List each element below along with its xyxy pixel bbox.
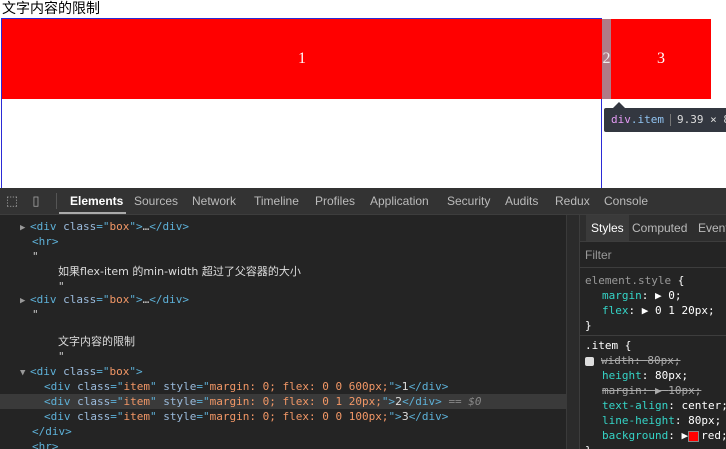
page-title: 文字内容的限制 (2, 0, 100, 16)
element-style-rule: element.style { (585, 274, 685, 287)
dom-text-quote: " (32, 250, 39, 263)
device-mode-icon[interactable]: ▯ (28, 193, 44, 209)
devtools-panel: ⬚ ▯ Elements Sources Network Timeline Pr… (0, 188, 726, 449)
css-rule-close: } (585, 319, 592, 332)
tab-sources[interactable]: Sources (134, 188, 178, 214)
dom-node-box[interactable]: ▶ <div class="box">…</div> (20, 219, 189, 234)
element-inspect-tooltip: div.item 9.39 × 80 (604, 102, 726, 132)
tab-console[interactable]: Console (604, 188, 648, 214)
css-declaration[interactable]: text-align: center; (602, 398, 726, 413)
dom-node-item-3[interactable]: <div class="item" style="margin: 0; flex… (44, 409, 448, 424)
tab-event-listeners[interactable]: Event (698, 215, 726, 241)
dom-node-hr[interactable]: <hr> (32, 234, 59, 249)
tooltip-dimensions: 9.39 × 80 (677, 113, 726, 126)
tab-application[interactable]: Application (370, 188, 429, 214)
dom-text-quote: " (58, 350, 65, 363)
dom-node-item-1[interactable]: <div class="item" style="margin: 0; flex… (44, 379, 448, 394)
flex-item-2: 2 (602, 19, 611, 99)
devtools-toolbar: ⬚ ▯ Elements Sources Network Timeline Pr… (0, 188, 726, 215)
css-declaration[interactable]: margin: ▶ 0; (602, 288, 682, 303)
color-swatch[interactable] (688, 430, 700, 442)
styles-pane: Styles Computed Event Filter element.sty… (579, 215, 726, 449)
dom-text-node[interactable]: 如果flex-item 的min-width 超过了父容器的大小 (58, 264, 301, 279)
tooltip-tag: div (611, 113, 631, 126)
tooltip-class: .item (630, 113, 664, 126)
styles-filter-input[interactable]: Filter (585, 248, 612, 262)
tab-styles[interactable]: Styles (586, 215, 629, 241)
tab-computed[interactable]: Computed (632, 215, 687, 241)
styles-tabs: Styles Computed Event (580, 215, 726, 242)
dom-node-item-2-selected[interactable]: <div class="item" style="margin: 0; flex… (0, 394, 566, 409)
tab-network[interactable]: Network (192, 188, 236, 214)
tab-elements[interactable]: Elements (70, 188, 123, 214)
declaration-checkbox[interactable] (585, 356, 594, 366)
flex-item-1: 1 (2, 19, 602, 99)
flex-item-3: 3 (611, 19, 711, 99)
tab-redux[interactable]: Redux (555, 188, 590, 214)
dom-node-box[interactable]: ▶ <div class="box">…</div> (20, 292, 189, 307)
css-declaration[interactable]: width: 80px; (585, 353, 681, 368)
dom-text-quote: " (32, 308, 39, 321)
dom-node-box-expanded[interactable]: ▼ <div class="box"> (20, 364, 143, 379)
tab-audits[interactable]: Audits (505, 188, 538, 214)
css-declaration[interactable]: height: 80px; (602, 368, 688, 383)
tab-timeline[interactable]: Timeline (254, 188, 299, 214)
dom-close-div[interactable]: </div> (32, 424, 72, 439)
css-declaration[interactable]: margin: ▶ 10px; (602, 383, 701, 398)
inspect-element-icon[interactable]: ⬚ (4, 193, 20, 209)
css-declaration[interactable]: background: ▶ red; (602, 428, 726, 443)
item-style-rule: .item { (585, 339, 632, 352)
css-declaration[interactable]: line-height: 80px; (602, 413, 721, 428)
css-declaration[interactable]: flex: ▶ 0 1 20px; (602, 303, 715, 318)
tab-security[interactable]: Security (447, 188, 490, 214)
dom-text-node[interactable]: 文字内容的限制 (58, 334, 135, 349)
dom-scrollbar[interactable] (566, 215, 579, 449)
dom-tree: ▶ <div class="box">…</div> <hr> " 如果flex-… (0, 215, 579, 449)
dom-node-hr[interactable]: <hr> (32, 439, 59, 449)
tab-profiles[interactable]: Profiles (315, 188, 355, 214)
css-rule-close: } (585, 443, 592, 449)
